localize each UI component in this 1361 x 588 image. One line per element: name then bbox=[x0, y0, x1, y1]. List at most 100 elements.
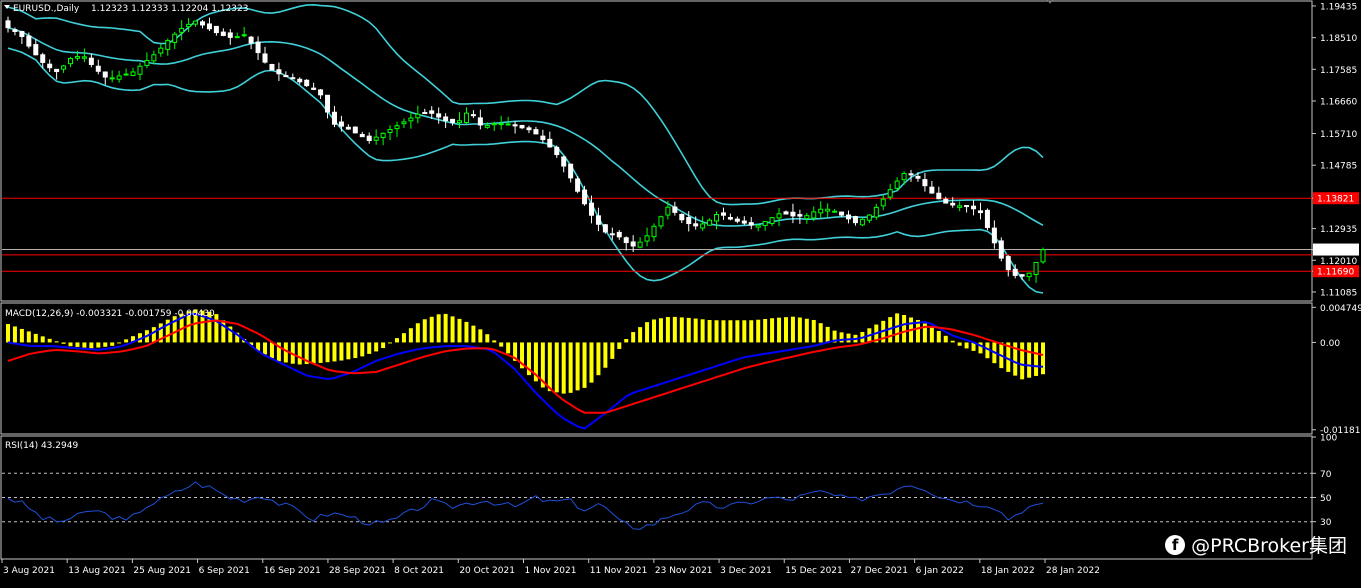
candle-body bbox=[859, 218, 865, 226]
candle-body bbox=[137, 65, 143, 75]
candle-body bbox=[68, 57, 74, 65]
candle-body bbox=[1026, 272, 1032, 278]
rsi-label: RSI(14) 43.2949 bbox=[5, 441, 78, 451]
candle-body bbox=[387, 129, 393, 133]
candle-body bbox=[929, 186, 935, 194]
candle-body bbox=[199, 21, 205, 26]
macd-histogram-bar bbox=[624, 339, 629, 343]
candle-body bbox=[415, 113, 421, 119]
price-tick-label: 1.18510 bbox=[1320, 34, 1357, 44]
macd-histogram-bar bbox=[645, 322, 650, 343]
x-tick-label: 6 Jan 2022 bbox=[916, 566, 964, 576]
macd-histogram-bar bbox=[103, 342, 108, 347]
candle-body bbox=[575, 178, 581, 192]
candle-body bbox=[616, 231, 622, 238]
macd-histogram-bar bbox=[950, 340, 955, 343]
candle-body bbox=[304, 79, 310, 87]
macd-histogram-bar bbox=[26, 331, 31, 343]
macd-histogram-bar bbox=[700, 319, 705, 343]
x-tick-label: 28 Sep 2021 bbox=[329, 566, 386, 576]
price-label-text: 1.13821 bbox=[1317, 195, 1354, 205]
candle-body bbox=[943, 198, 949, 204]
candle-body bbox=[227, 32, 233, 38]
candle-body bbox=[220, 31, 226, 36]
candle-body bbox=[818, 208, 824, 214]
macd-histogram-bar bbox=[582, 342, 587, 388]
macd-histogram-bar bbox=[269, 342, 274, 359]
candle-body bbox=[366, 135, 372, 141]
candle-body bbox=[109, 77, 115, 80]
candle-body bbox=[762, 220, 768, 226]
macd-histogram-bar bbox=[568, 342, 573, 393]
rsi-tick-label: 50 bbox=[1320, 494, 1332, 504]
macd-histogram-bar bbox=[318, 342, 323, 363]
macd-histogram-bar bbox=[117, 342, 122, 344]
macd-histogram-bar bbox=[297, 342, 302, 365]
candle-body bbox=[26, 35, 32, 47]
candle-body bbox=[630, 241, 636, 247]
candle-body bbox=[727, 217, 733, 220]
candle-body bbox=[61, 65, 67, 70]
x-tick-label: 8 Oct 2021 bbox=[394, 566, 444, 576]
macd-histogram-bar bbox=[415, 323, 420, 343]
candle-body bbox=[12, 29, 18, 33]
macd-label: MACD(12,26,9) -0.003321 -0.001759 -0.004… bbox=[5, 309, 215, 319]
candle-body bbox=[880, 198, 886, 207]
x-tick-label: 20 Oct 2021 bbox=[459, 566, 515, 576]
macd-histogram-bar bbox=[610, 342, 615, 359]
macd-plot bbox=[6, 309, 1045, 430]
symbol-label: EURUSD.,Daily bbox=[13, 4, 80, 14]
candle-body bbox=[588, 202, 594, 216]
candle-body bbox=[144, 59, 150, 66]
candle-body bbox=[5, 20, 11, 29]
price-tick-label: 1.14785 bbox=[1320, 162, 1357, 172]
candle-body bbox=[832, 210, 838, 213]
macd-histogram-bar bbox=[75, 342, 80, 347]
candle-body bbox=[887, 189, 893, 198]
candle-body bbox=[401, 121, 407, 125]
price-tick-label: 1.16660 bbox=[1320, 97, 1357, 107]
candle-body bbox=[547, 138, 553, 148]
macd-histogram-bar bbox=[936, 330, 941, 343]
macd-histogram-bar bbox=[728, 320, 733, 343]
candle-body bbox=[783, 211, 789, 215]
candle-body bbox=[748, 222, 754, 226]
candle-body bbox=[213, 25, 219, 34]
candle-body bbox=[998, 240, 1004, 259]
candle-body bbox=[519, 125, 525, 129]
macd-histogram-bar bbox=[89, 342, 94, 349]
macd-histogram-bar bbox=[686, 317, 691, 343]
macd-histogram-bar bbox=[151, 327, 156, 343]
price-label-text: 1.11690 bbox=[1317, 268, 1354, 278]
candle-body bbox=[102, 71, 108, 78]
candle-body bbox=[19, 30, 25, 37]
candle-body bbox=[866, 214, 872, 221]
rsi-tick-label: 30 bbox=[1320, 518, 1332, 528]
macd-histogram-bar bbox=[735, 320, 740, 343]
axes: 1.19435 1.18510 1.17585 1.16660 1.15710 1.147… bbox=[1, 2, 1361, 576]
macd-histogram-bar bbox=[652, 319, 657, 343]
candle-body bbox=[450, 118, 456, 123]
candle-body bbox=[54, 68, 60, 73]
macd-histogram-bar bbox=[408, 328, 413, 343]
macd-histogram-bar bbox=[763, 318, 768, 343]
candle-body bbox=[936, 192, 942, 200]
macd-histogram-bar bbox=[367, 342, 372, 354]
macd-histogram-bar bbox=[693, 318, 698, 343]
watermark: f @PRCBroker集团 bbox=[1165, 531, 1347, 558]
macd-histogram-bar bbox=[464, 321, 469, 343]
bollinger-upper-line bbox=[7, 3, 1044, 206]
macd-histogram-bar bbox=[777, 317, 782, 343]
macd-histogram-bar bbox=[82, 342, 87, 348]
chart-canvas[interactable]: 1.19435 1.18510 1.17585 1.16660 1.15710 1.147… bbox=[0, 0, 1361, 584]
trading-chart-window[interactable]: 1.19435 1.18510 1.17585 1.16660 1.15710 1.147… bbox=[0, 0, 1361, 584]
macd-histogram-bar bbox=[811, 319, 816, 343]
macd-histogram-bar bbox=[33, 333, 38, 343]
candle-body bbox=[394, 125, 400, 130]
candle-body bbox=[463, 112, 469, 124]
macd-histogram-bar bbox=[214, 314, 219, 343]
macd-macd-line bbox=[7, 312, 1044, 430]
candle-body bbox=[720, 212, 726, 216]
x-tick-label: 25 Aug 2021 bbox=[133, 566, 191, 576]
candle-body bbox=[206, 23, 212, 30]
